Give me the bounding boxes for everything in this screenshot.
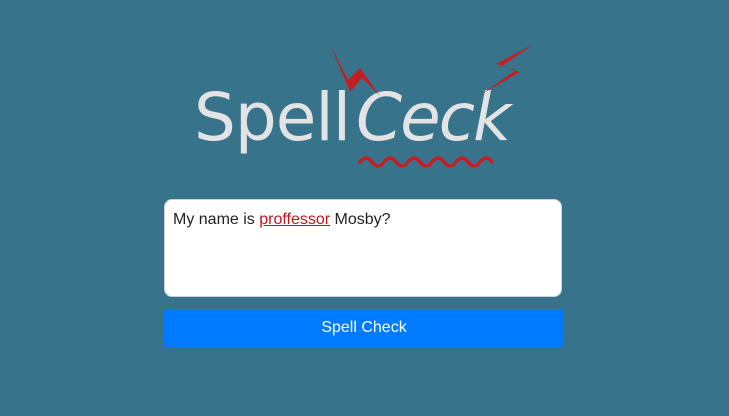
text-input-area[interactable]: My name is proffessor Mosby? xyxy=(164,199,562,297)
squiggly-underline-icon xyxy=(358,156,494,168)
misspelled-word[interactable]: proffessor xyxy=(259,211,330,228)
page: Spell Ceck My name is proffessor Mosby? … xyxy=(0,0,729,416)
spell-check-button[interactable]: Spell Check xyxy=(164,309,564,347)
logo: Spell Ceck xyxy=(190,40,550,180)
logo-graphic xyxy=(330,44,534,168)
lightning-bolt-right-icon xyxy=(482,44,534,94)
lightning-bolt-left-icon xyxy=(330,44,380,96)
input-text-after: Mosby? xyxy=(330,211,391,228)
input-text-before: My name is xyxy=(173,211,260,228)
